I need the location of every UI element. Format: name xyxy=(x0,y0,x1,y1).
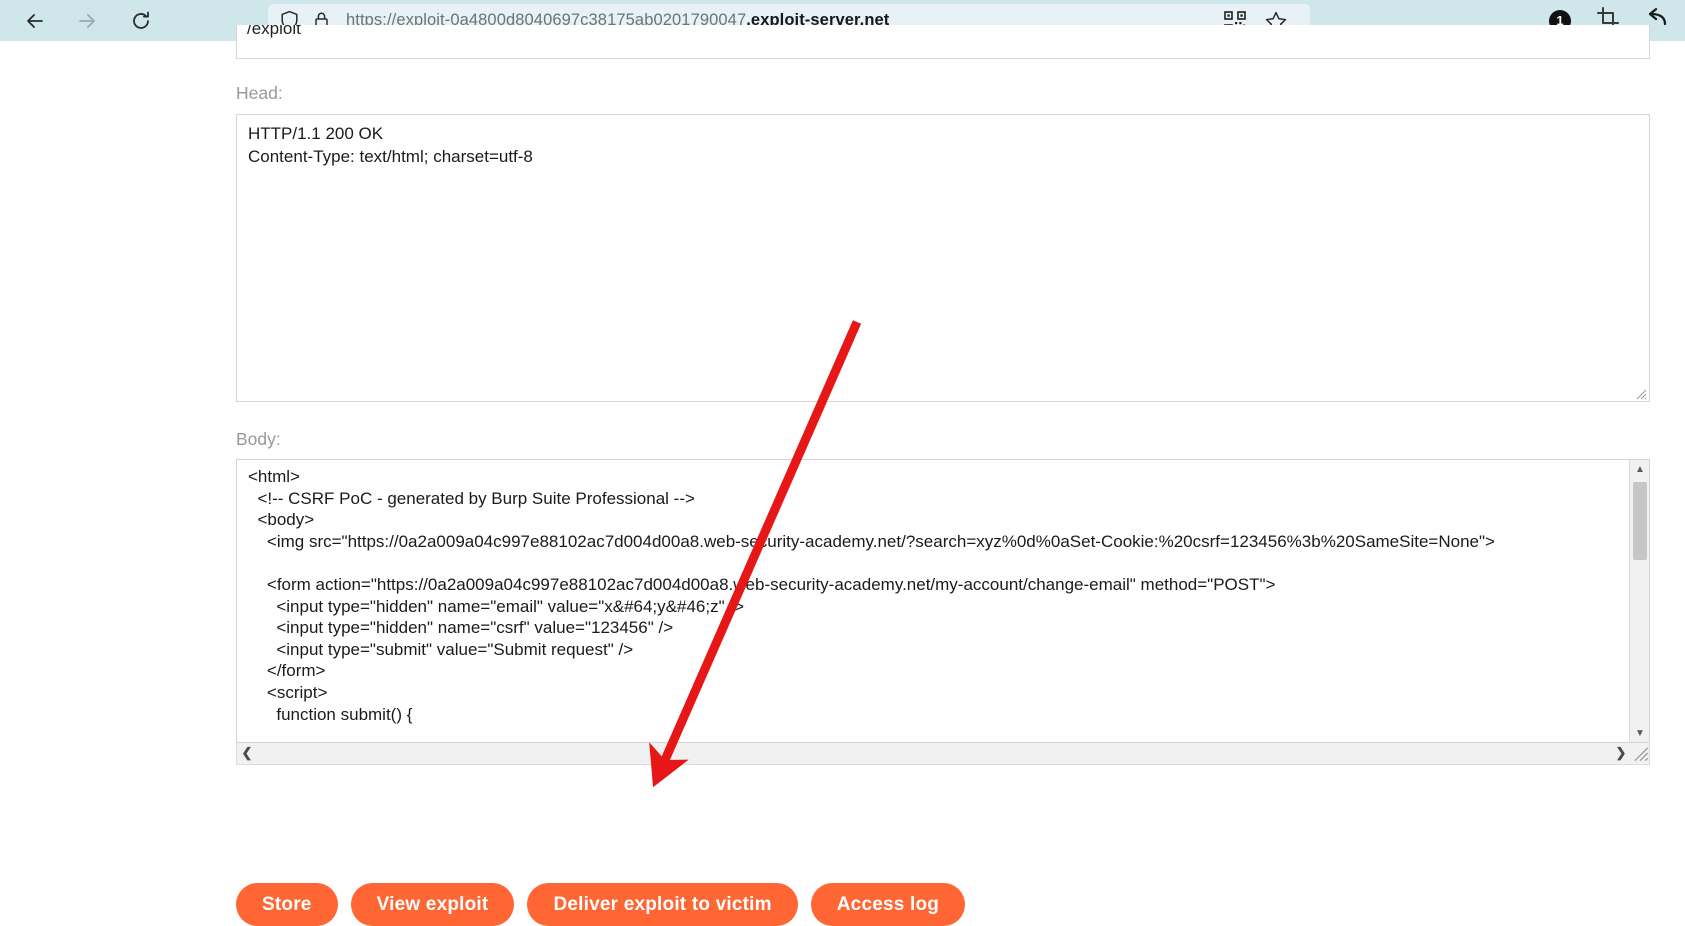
reload-icon xyxy=(133,11,149,29)
head-textarea[interactable]: HTTP/1.1 200 OK Content-Type: text/html;… xyxy=(236,114,1650,402)
scroll-right-icon[interactable]: ❯ xyxy=(1611,743,1631,763)
page-content: /exploit Head: HTTP/1.1 200 OK Content-T… xyxy=(0,25,1685,926)
store-button[interactable]: Store xyxy=(236,883,338,926)
scrollbar-thumb[interactable] xyxy=(1633,482,1647,560)
resize-handle-icon[interactable] xyxy=(1633,386,1647,400)
view-exploit-button[interactable]: View exploit xyxy=(350,883,515,926)
body-value: <html> <!-- CSRF PoC - generated by Burp… xyxy=(248,467,1495,724)
arrow-left-icon xyxy=(27,13,43,28)
head-label: Head: xyxy=(236,83,283,103)
response-file-input[interactable]: /exploit xyxy=(236,25,1650,59)
scroll-down-icon[interactable]: ▼ xyxy=(1630,724,1649,742)
deliver-exploit-button[interactable]: Deliver exploit to victim xyxy=(527,883,798,926)
resize-handle-icon[interactable] xyxy=(1631,743,1649,763)
back-button[interactable] xyxy=(18,4,52,38)
body-textarea[interactable]: <html> <!-- CSRF PoC - generated by Burp… xyxy=(236,459,1650,743)
scroll-left-icon[interactable]: ❮ xyxy=(237,743,257,763)
scroll-up-icon[interactable]: ▲ xyxy=(1630,460,1649,478)
body-label: Body: xyxy=(236,429,281,449)
body-vertical-scrollbar[interactable]: ▲ ▼ xyxy=(1629,460,1649,742)
access-log-button[interactable]: Access log xyxy=(810,883,966,926)
response-file-value: /exploit xyxy=(247,25,301,38)
action-button-row: Store View exploit Deliver exploit to vi… xyxy=(236,883,966,926)
head-value: HTTP/1.1 200 OK Content-Type: text/html;… xyxy=(248,124,533,166)
reload-button[interactable] xyxy=(124,4,158,38)
arrow-right-icon xyxy=(79,13,95,28)
body-horizontal-scrollbar[interactable]: ❮ ❯ xyxy=(236,743,1650,765)
forward-button[interactable] xyxy=(70,4,104,38)
